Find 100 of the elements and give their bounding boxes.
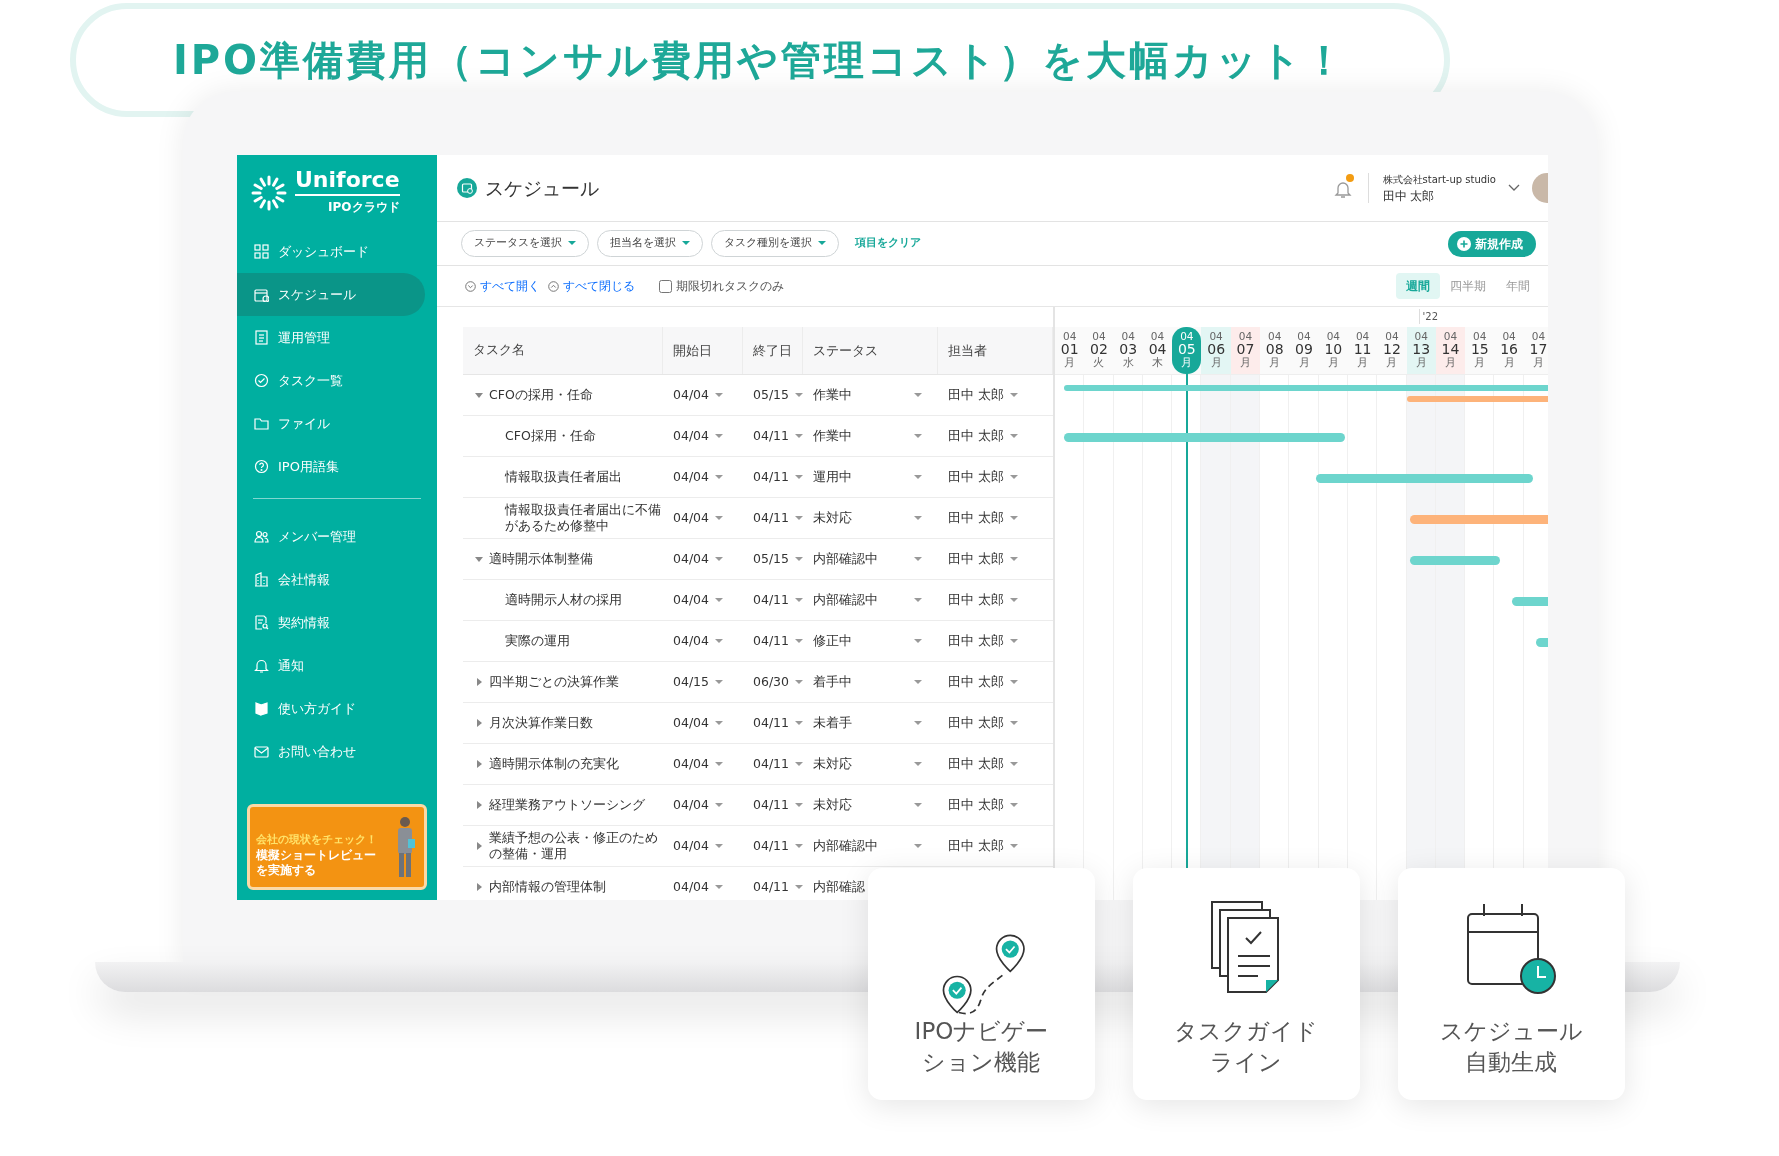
collapse-toggle-icon[interactable] [475, 555, 483, 563]
mail-icon [254, 744, 269, 759]
document-icon [254, 330, 269, 345]
assignee-name[interactable]: 田中 太郎 [948, 754, 1004, 774]
start-date[interactable]: 04/04 [673, 549, 710, 569]
task-name[interactable]: 適時開示体制整備 [489, 551, 593, 567]
task-name[interactable]: 業績予想の公表・修正のための整備・運用 [489, 830, 663, 862]
assignee-name[interactable]: 田中 太郎 [948, 549, 1004, 569]
end-date[interactable]: 04/11 [753, 631, 790, 651]
expand-toggle-icon[interactable] [475, 678, 483, 686]
expand-all-button[interactable]: すべて開く [465, 277, 540, 295]
expand-toggle-icon[interactable] [475, 801, 483, 809]
status-value[interactable]: 内部確認中 [813, 549, 878, 569]
expand-toggle-icon[interactable] [475, 719, 483, 727]
start-date[interactable]: 04/15 [673, 672, 710, 692]
end-date[interactable]: 06/30 [753, 672, 790, 692]
start-date[interactable]: 04/04 [673, 795, 710, 815]
task-name[interactable]: CFOの採用・任命 [489, 387, 593, 403]
assignee-name[interactable]: 田中 太郎 [948, 467, 1004, 487]
end-date[interactable]: 05/15 [753, 385, 790, 405]
user-name: 田中 太郎 [1382, 187, 1436, 205]
assignee-name[interactable]: 田中 太郎 [948, 713, 1004, 733]
collapse-all-button[interactable]: すべて閉じる [548, 277, 635, 295]
end-date[interactable]: 05/15 [753, 549, 790, 569]
status-value[interactable]: 作業中 [813, 385, 852, 405]
date-column-header: 04 07 月 [1230, 327, 1261, 374]
status-value[interactable]: 運用中 [813, 467, 852, 487]
expand-toggle-icon[interactable] [475, 883, 483, 891]
start-date[interactable]: 04/04 [673, 836, 710, 856]
status-value[interactable]: 内部確認中 [813, 590, 878, 610]
folder-icon [254, 416, 269, 431]
end-date[interactable]: 04/11 [753, 590, 790, 610]
overdue-checkbox[interactable] [659, 279, 672, 293]
assignee-name[interactable]: 田中 太郎 [948, 795, 1004, 815]
task-name[interactable]: CFO採用・任命 [505, 428, 596, 444]
date-column-header: 04 04 木 [1147, 329, 1168, 370]
status-value[interactable]: 着手中 [813, 672, 852, 692]
task-name[interactable]: 四半期ごとの決算作業 [489, 674, 619, 690]
page-title: スケジュール [485, 175, 599, 201]
end-date[interactable]: 04/11 [753, 508, 790, 528]
assignee-name[interactable]: 田中 太郎 [948, 836, 1004, 856]
filter-dropdown[interactable]: ステータスを選択 [461, 230, 589, 257]
sidebar-item[interactable]: スケジュール [237, 273, 425, 316]
task-name[interactable]: 情報取扱責任者届出に不備があるため修整中 [505, 502, 663, 534]
date-column-header: 04 16 月 [1499, 329, 1519, 370]
start-date[interactable]: 04/04 [673, 713, 710, 733]
filter-dropdown[interactable]: 担当名を選択 [597, 230, 703, 257]
date-column-header: 04 17 月 [1528, 329, 1548, 370]
start-date[interactable]: 04/04 [673, 426, 710, 446]
status-value[interactable]: 内部確認中 [813, 836, 878, 856]
filter-dropdown[interactable]: タスク種別を選択 [711, 230, 839, 257]
status-value[interactable]: 未対応 [813, 508, 852, 528]
end-date[interactable]: 04/11 [753, 713, 790, 733]
start-date[interactable]: 04/04 [673, 631, 710, 651]
status-value[interactable]: 修正中 [813, 631, 852, 651]
task-name[interactable]: 内部情報の管理体制 [489, 879, 606, 895]
task-name[interactable]: 月次決算作業日数 [489, 715, 593, 731]
end-date[interactable]: 04/11 [753, 795, 790, 815]
expand-toggle-icon[interactable] [475, 842, 483, 850]
assignee-name[interactable]: 田中 太郎 [948, 672, 1004, 692]
assignee-name[interactable]: 田中 太郎 [948, 426, 1004, 446]
start-date[interactable]: 04/04 [673, 877, 710, 897]
status-value[interactable]: 内部確認 [813, 877, 865, 897]
end-date[interactable]: 04/11 [753, 467, 790, 487]
start-date[interactable]: 04/04 [673, 754, 710, 774]
calendar-icon [457, 178, 477, 198]
end-date[interactable]: 04/11 [753, 877, 790, 897]
document-search-icon [254, 615, 269, 630]
checkbox-label[interactable]: 期限切れタスクのみ [676, 277, 784, 295]
end-date[interactable]: 04/11 [753, 426, 790, 446]
year-label: '22 [1418, 309, 1439, 324]
assignee-name[interactable]: 田中 太郎 [948, 590, 1004, 610]
chevron-up-icon [548, 280, 559, 292]
end-date[interactable]: 04/11 [753, 754, 790, 774]
collapse-toggle-icon[interactable] [475, 391, 483, 399]
expand-toggle-icon[interactable] [475, 760, 483, 768]
status-value[interactable]: 未対応 [813, 754, 852, 774]
task-name[interactable]: 実際の運用 [505, 633, 570, 649]
caret-right-icon [475, 719, 483, 727]
date-column-header: 04 14 月 [1435, 327, 1466, 374]
assignee-name[interactable]: 田中 太郎 [948, 631, 1004, 651]
date-column-header: 04 08 月 [1264, 329, 1285, 370]
status-value[interactable]: 作業中 [813, 426, 852, 446]
task-name[interactable]: 経理業務アウトソーシング [489, 797, 645, 813]
assignee-name[interactable]: 田中 太郎 [948, 385, 1004, 405]
task-name[interactable]: 適時開示人材の採用 [505, 592, 622, 608]
date-column-header: 04 10 月 [1323, 329, 1344, 370]
task-name[interactable]: 適時開示体制の充実化 [489, 756, 619, 772]
start-date[interactable]: 04/04 [673, 467, 710, 487]
start-date[interactable]: 04/04 [673, 385, 710, 405]
status-value[interactable]: 未着手 [813, 713, 852, 733]
task-name[interactable]: 情報取扱責任者届出 [505, 469, 622, 485]
start-date[interactable]: 04/04 [673, 590, 710, 610]
date-column-header: 04 13 月 [1406, 327, 1436, 374]
caret-right-icon [475, 883, 483, 891]
status-value[interactable]: 未対応 [813, 795, 852, 815]
start-date[interactable]: 04/04 [673, 508, 710, 528]
date-column-header: 04 03 水 [1118, 329, 1139, 370]
end-date[interactable]: 04/11 [753, 836, 790, 856]
assignee-name[interactable]: 田中 太郎 [948, 508, 1004, 528]
